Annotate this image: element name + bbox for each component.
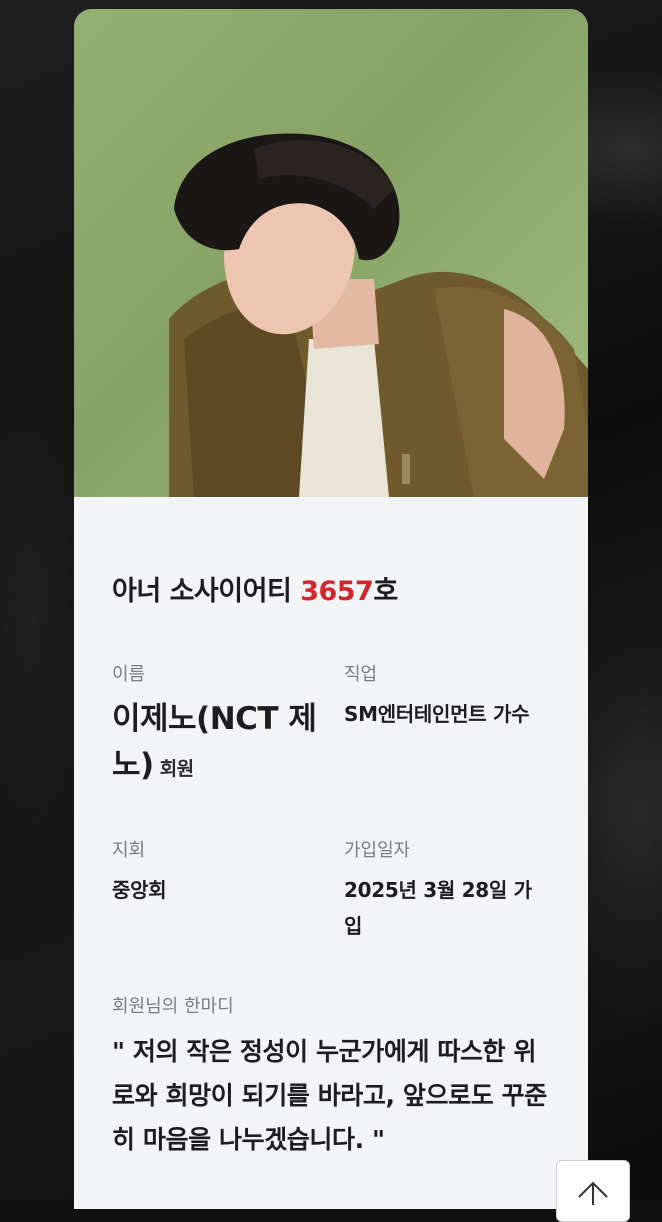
society-title: 아너 소사이어티 3657호 xyxy=(112,569,550,608)
branch-label: 지회 xyxy=(112,840,146,861)
portrait-illustration xyxy=(169,133,588,497)
name-block: 이름 이제노(NCT 제노) 회원 xyxy=(112,660,344,792)
member-card: 아너 소사이어티 3657호 이름 이제노(NCT 제노) 회원 직업 SM엔터테… xyxy=(74,9,588,1209)
member-quote: " 저의 작은 정성이 누군가에게 따스한 위로와 희망이 되기를 바라고, 앞… xyxy=(112,1037,547,1154)
name-label: 이름 xyxy=(112,664,146,685)
info-row-1: 이름 이제노(NCT 제노) 회원 직업 SM엔터테인먼트 가수 xyxy=(112,660,550,792)
join-block: 가입일자 2025년 3월 28일 가입 xyxy=(344,836,550,944)
join-label: 가입일자 xyxy=(344,840,411,861)
society-prefix: 아너 소사이어티 xyxy=(112,576,301,607)
member-photo xyxy=(74,9,588,497)
society-suffix: 호 xyxy=(373,576,398,607)
scroll-top-button[interactable] xyxy=(556,1160,630,1222)
arrow-up-icon xyxy=(578,1181,608,1205)
name-text: 이제노(NCT 제노) xyxy=(112,701,317,783)
join-value: 2025년 3월 28일 가입 xyxy=(344,878,532,938)
branch-value: 중앙회 xyxy=(112,878,167,902)
quote-label: 회원님의 한마디 xyxy=(112,996,234,1017)
member-info: 아너 소사이어티 3657호 이름 이제노(NCT 제노) 회원 직업 SM엔터테… xyxy=(74,569,588,1162)
info-row-2: 지회 중앙회 가입일자 2025년 3월 28일 가입 xyxy=(112,836,550,944)
name-value: 이제노(NCT 제노) 회원 xyxy=(112,696,344,792)
branch-block: 지회 중앙회 xyxy=(112,836,344,944)
job-value: SM엔터테인먼트 가수 xyxy=(344,702,530,726)
job-block: 직업 SM엔터테인먼트 가수 xyxy=(344,660,550,792)
society-number: 3657 xyxy=(300,576,374,607)
name-suffix: 회원 xyxy=(159,758,194,780)
job-label: 직업 xyxy=(344,664,378,685)
